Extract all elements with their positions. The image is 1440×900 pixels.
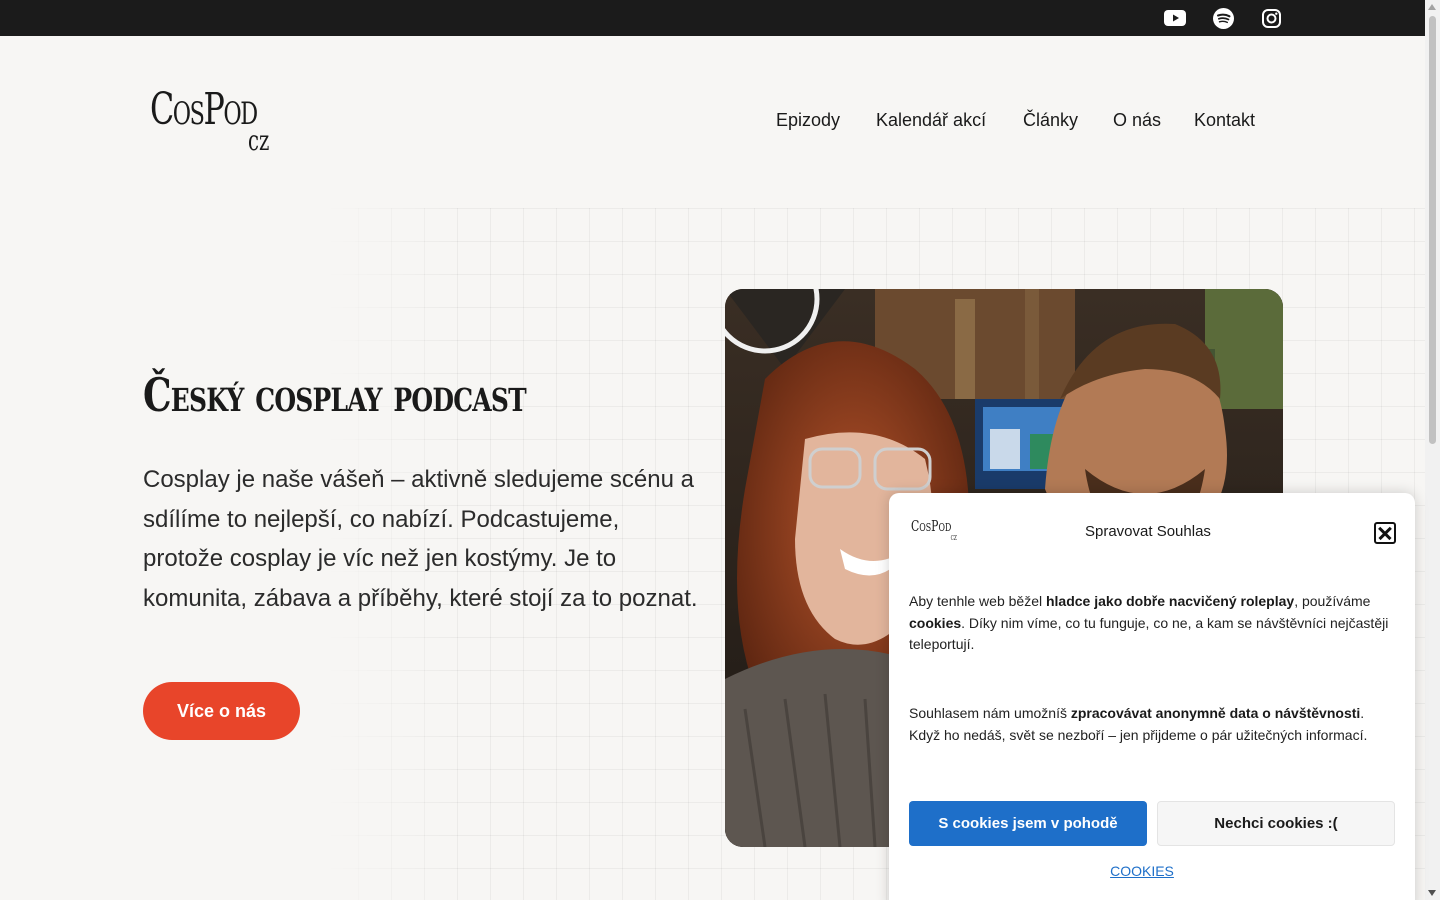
cookies-policy-link[interactable]: COOKIES	[889, 863, 1395, 879]
consent-p2-bold: zpracovávat anonymně data o návštěvnosti	[1070, 705, 1361, 721]
consent-p1-text-b: , používáme	[1294, 593, 1371, 609]
consent-p1-text-a: Aby tenhle web běžel	[909, 593, 1046, 609]
hero-title: Český cosplay podcast	[143, 368, 527, 422]
more-about-us-button[interactable]: Více o nás	[143, 682, 300, 740]
cookie-consent-dialog: CosPodcz Spravovat Souhlas Aby tenhle we…	[889, 493, 1415, 900]
logo-wordmark: CosPod	[150, 84, 258, 135]
nav-item-clanky[interactable]: Články	[1023, 110, 1078, 131]
instagram-icon[interactable]	[1260, 7, 1282, 29]
close-icon[interactable]	[1374, 522, 1396, 544]
spotify-icon[interactable]	[1212, 7, 1234, 29]
top-bar	[0, 0, 1425, 36]
nav-item-o-nas[interactable]: O nás	[1113, 110, 1161, 131]
deny-cookies-button[interactable]: Nechci cookies :(	[1157, 801, 1395, 846]
consent-p1-bold-b: cookies	[909, 614, 962, 631]
consent-logo: CosPodcz	[911, 517, 958, 543]
scroll-down-arrow-icon[interactable]	[1428, 890, 1436, 896]
consent-logo-suffix: cz	[950, 533, 957, 543]
consent-paragraph-2: Souhlasem nám umožníš zpracovávat anonym…	[909, 703, 1395, 746]
nav-item-kalendar[interactable]: Kalendář akcí	[876, 110, 986, 131]
site-logo[interactable]: CosPod cz	[150, 84, 280, 164]
accept-cookies-button[interactable]: S cookies jsem v pohodě	[909, 801, 1147, 846]
nav-item-kontakt[interactable]: Kontakt	[1194, 110, 1255, 131]
scrollbar-thumb[interactable]	[1429, 16, 1436, 444]
consent-paragraph-1: Aby tenhle web běžel hladce jako dobře n…	[909, 591, 1395, 656]
consent-p2-text-a: Souhlasem nám umožníš	[909, 705, 1071, 721]
page-scrollbar[interactable]	[1425, 0, 1440, 900]
youtube-icon[interactable]	[1164, 7, 1186, 29]
consent-logo-wordmark: CosPod	[911, 517, 952, 535]
consent-p1-text-c: . Díky nim víme, co tu funguje, co ne, a…	[909, 614, 1389, 653]
hero-description: Cosplay je naše vášeň – aktivně sledujem…	[143, 466, 698, 612]
scroll-up-arrow-icon[interactable]	[1428, 4, 1436, 10]
consent-p1-bold-a: hladce jako dobře nacvičený roleplay	[1045, 593, 1295, 609]
consent-title: Spravovat Souhlas	[1085, 523, 1211, 540]
nav-item-epizody[interactable]: Epizody	[776, 110, 840, 131]
logo-suffix: cz	[248, 124, 270, 157]
